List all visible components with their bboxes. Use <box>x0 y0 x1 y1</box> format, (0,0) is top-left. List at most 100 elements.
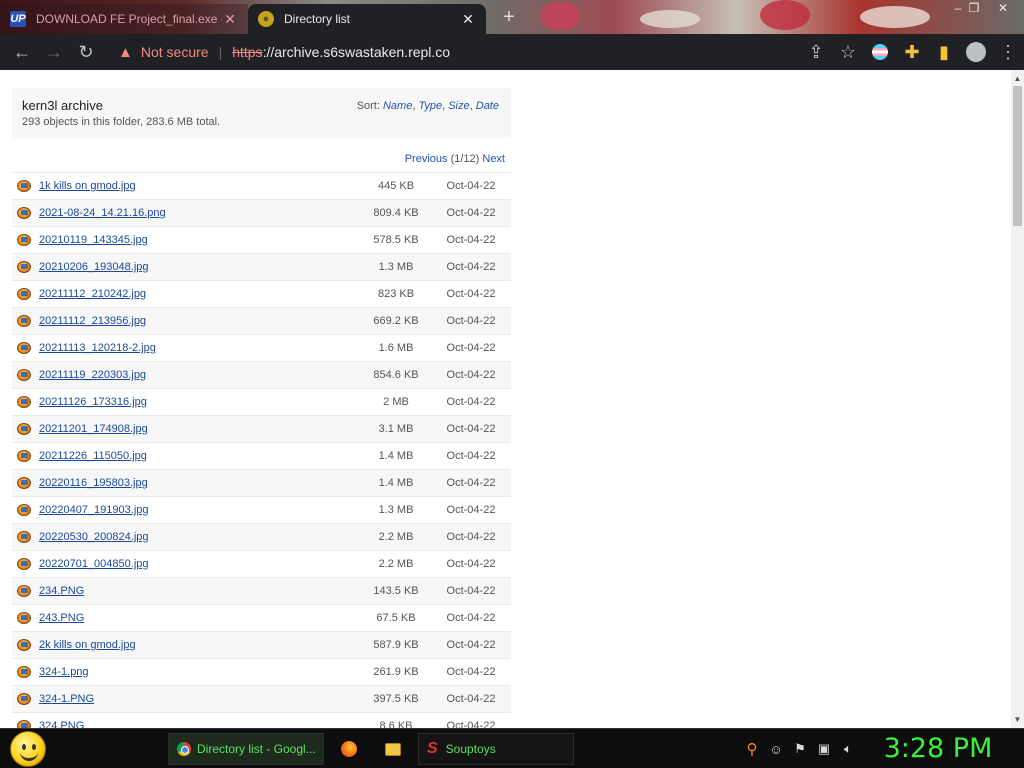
taskbar-souptoys-window[interactable]: S Souptoys <box>418 733 574 765</box>
sort-by-date-link[interactable]: Date <box>476 100 499 112</box>
next-page-link[interactable]: Next <box>482 153 505 165</box>
file-date: Oct-04-22 <box>446 477 496 489</box>
file-link[interactable]: 20210206_193048.jpg <box>39 261 361 273</box>
file-size: 445 KB <box>377 180 415 192</box>
scroll-down-arrow-icon[interactable]: ▼ <box>1011 713 1024 726</box>
file-link[interactable]: 20211113_120218-2.jpg <box>39 342 361 354</box>
file-row: 20211112_213956.jpg 669.2 KB Oct-04-22 <box>12 307 511 334</box>
address-bar[interactable]: ▲ Not secure | https ://archive.s6swasta… <box>108 37 856 67</box>
file-link[interactable]: 20211119_220303.jpg <box>39 369 361 381</box>
image-file-icon <box>16 232 32 248</box>
action-center-flag-icon[interactable]: ⚑ <box>790 739 810 759</box>
file-row: 20220407_191903.jpg 1.3 MB Oct-04-22 <box>12 496 511 523</box>
theme-decoration <box>540 2 580 30</box>
file-link[interactable]: 20210119_143345.jpg <box>39 234 361 246</box>
file-size: 1.4 MB <box>378 450 414 462</box>
previous-page-link[interactable]: Previous <box>405 153 448 165</box>
file-date: Oct-04-22 <box>446 585 496 597</box>
file-link[interactable]: 2k kills on gmod.jpg <box>39 639 361 651</box>
file-link[interactable]: 20211226_115050.jpg <box>39 450 361 462</box>
page-position: (1/12) <box>450 153 480 165</box>
file-row: 20211201_174908.jpg 3.1 MB Oct-04-22 <box>12 415 511 442</box>
file-row: 20220116_195803.jpg 1.4 MB Oct-04-22 <box>12 469 511 496</box>
file-link[interactable]: 1k kills on gmod.jpg <box>39 180 361 192</box>
messenger-icon[interactable]: ☺ <box>766 739 786 759</box>
file-size: 1.3 MB <box>378 261 414 273</box>
file-size: 823 KB <box>377 288 415 300</box>
file-link[interactable]: 20220407_191903.jpg <box>39 504 361 516</box>
extensions-icon[interactable]: ✚ <box>896 36 928 68</box>
listing-header: kern3l archive 293 objects in this folde… <box>12 88 511 138</box>
file-row: 234.PNG 143.5 KB Oct-04-22 <box>12 577 511 604</box>
file-date: Oct-04-22 <box>446 504 496 516</box>
image-file-icon <box>16 313 32 329</box>
tab-download[interactable]: UP DOWNLOAD FE Project_final.exe - ... ✕ <box>0 4 248 34</box>
back-arrow-icon[interactable]: ← <box>6 36 38 68</box>
file-size: 809.4 KB <box>373 207 419 219</box>
file-link[interactable]: 324.PNG <box>39 720 361 728</box>
sort-by-type-link[interactable]: Type <box>418 100 442 112</box>
warning-icon[interactable]: ▲ <box>118 44 133 61</box>
taskbar-clock[interactable]: 3:28 PM <box>878 731 998 767</box>
file-size: 2.2 MB <box>378 558 414 570</box>
image-file-icon <box>16 340 32 356</box>
menu-kebab-icon[interactable]: ⋮ <box>992 36 1024 68</box>
bookmark-star-icon[interactable]: ☆ <box>832 36 864 68</box>
network-icon[interactable]: ▣ <box>814 739 834 759</box>
window-close-icon[interactable]: ✕ <box>990 0 1016 16</box>
scrollbar-thumb[interactable] <box>1013 86 1022 226</box>
scroll-up-arrow-icon[interactable]: ▲ <box>1011 72 1024 85</box>
start-smiley-icon[interactable] <box>10 731 46 767</box>
file-row: 2021-08-24_14.21.16.png 809.4 KB Oct-04-22 <box>12 199 511 226</box>
file-link[interactable]: 20211112_213956.jpg <box>39 315 361 327</box>
file-link[interactable]: 20220530_200824.jpg <box>39 531 361 543</box>
close-icon[interactable]: ✕ <box>460 11 476 28</box>
file-list: 1k kills on gmod.jpg 445 KB Oct-04-22 2021-… <box>12 172 511 728</box>
file-link[interactable]: 20220701_004850.jpg <box>39 558 361 570</box>
account-avatar-icon[interactable] <box>960 36 992 68</box>
share-icon[interactable]: ⇪ <box>800 36 832 68</box>
file-size: 1.3 MB <box>378 504 414 516</box>
file-row: 1k kills on gmod.jpg 445 KB Oct-04-22 <box>12 172 511 199</box>
forward-arrow-icon[interactable]: → <box>38 36 70 68</box>
reload-icon[interactable]: ↻ <box>70 36 102 68</box>
theme-decoration <box>860 6 930 28</box>
file-link[interactable]: 243.PNG <box>39 612 361 624</box>
maximize-icon[interactable]: ❐ <box>961 0 987 16</box>
file-date: Oct-04-22 <box>446 261 496 273</box>
search-icon[interactable]: ⚲ <box>742 739 762 759</box>
sort-by-size-link[interactable]: Size <box>448 100 469 112</box>
sort-label: Sort: <box>356 100 380 112</box>
file-link[interactable]: 20211201_174908.jpg <box>39 423 361 435</box>
tab-title: DOWNLOAD FE Project_final.exe - ... <box>36 12 222 26</box>
tab-directory-list[interactable]: ● Directory list ✕ <box>248 4 486 34</box>
vertical-scrollbar[interactable]: ▲ ▼ <box>1011 70 1024 728</box>
file-link[interactable]: 20211112_210242.jpg <box>39 288 361 300</box>
taskbar-item-label: Souptoys <box>445 742 496 756</box>
image-file-icon <box>16 367 32 383</box>
file-size: 1.6 MB <box>378 342 414 354</box>
file-date: Oct-04-22 <box>446 180 496 192</box>
file-link[interactable]: 20220116_195803.jpg <box>39 477 361 489</box>
taskbar-firefox[interactable] <box>338 733 360 765</box>
taskbar: Directory list - Googl... S Souptoys ⚲ ☺… <box>0 728 1024 768</box>
file-size: 854.6 KB <box>373 369 419 381</box>
taskbar-file-explorer[interactable] <box>382 733 404 765</box>
taskbar-chrome-window[interactable]: Directory list - Googl... <box>168 733 324 765</box>
file-link[interactable]: 2021-08-24_14.21.16.png <box>39 207 361 219</box>
file-link[interactable]: 324-1.PNG <box>39 693 361 705</box>
file-link[interactable]: 234.PNG <box>39 585 361 597</box>
volume-icon[interactable]: 🔈︎ <box>838 739 858 759</box>
new-tab-button[interactable]: + <box>498 6 520 28</box>
file-link[interactable]: 20211126_173316.jpg <box>39 396 361 408</box>
file-date: Oct-04-22 <box>446 342 496 354</box>
profile-flag-icon[interactable] <box>864 36 896 68</box>
folder-icon <box>385 742 401 756</box>
sort-by-name-link[interactable]: Name <box>383 100 412 112</box>
file-link[interactable]: 324-1.png <box>39 666 361 678</box>
image-file-icon <box>16 583 32 599</box>
close-icon[interactable]: ✕ <box>222 11 238 28</box>
side-panel-icon[interactable]: ▮ <box>928 36 960 68</box>
file-size: 143.5 KB <box>373 585 419 597</box>
security-status[interactable]: Not secure <box>141 44 209 60</box>
